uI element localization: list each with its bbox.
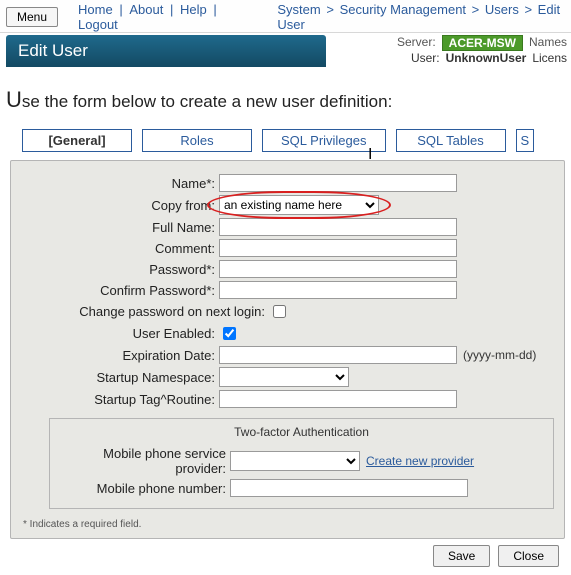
- namespace-select[interactable]: [219, 367, 349, 387]
- create-provider-link[interactable]: Create new provider: [360, 454, 474, 468]
- full-name-field[interactable]: [219, 218, 457, 236]
- two-factor-panel: Two-factor Authentication Mobile phone s…: [49, 418, 554, 509]
- tab-sql-privileges[interactable]: SQL Privileges: [262, 129, 386, 152]
- nav-home[interactable]: Home: [76, 2, 115, 17]
- nav-logout[interactable]: Logout: [76, 17, 120, 32]
- password-field[interactable]: [219, 260, 457, 278]
- user-enabled-label: User Enabled:: [19, 326, 219, 341]
- phone-label: Mobile phone number:: [56, 481, 230, 496]
- user-enabled-checkbox[interactable]: [223, 327, 236, 340]
- tagroutine-field[interactable]: [219, 390, 457, 408]
- nav-help[interactable]: Help: [178, 2, 209, 17]
- namespace-label: Startup Namespace:: [19, 370, 219, 385]
- intro-text: Use the form below to create a new user …: [0, 69, 571, 121]
- name-field[interactable]: [219, 174, 457, 192]
- provider-label: Mobile phone service provider:: [56, 446, 230, 476]
- server-label: Server:: [397, 35, 436, 51]
- comment-label: Comment:: [19, 241, 219, 256]
- tab-truncated[interactable]: S: [516, 129, 535, 152]
- user-label: User:: [411, 51, 440, 65]
- tab-roles[interactable]: Roles: [142, 129, 252, 152]
- expiration-field[interactable]: [219, 346, 457, 364]
- required-footnote: * Indicates a required field.: [19, 511, 556, 530]
- license-label: Licens: [532, 51, 567, 65]
- change-pwd-label: Change password on next login:: [19, 304, 269, 319]
- expiration-hint: (yyyy-mm-dd): [457, 348, 536, 362]
- provider-select[interactable]: [230, 451, 360, 471]
- menu-button[interactable]: Menu: [6, 7, 58, 27]
- save-button[interactable]: Save: [433, 545, 490, 567]
- nav-about[interactable]: About: [127, 2, 165, 17]
- breadcrumb: System > Security Management > Users > E…: [257, 2, 565, 32]
- confirm-password-field[interactable]: [219, 281, 457, 299]
- tab-bar: [General] Roles SQL Privileges SQL Table…: [0, 121, 571, 152]
- confirm-password-label: Confirm Password*:: [19, 283, 219, 298]
- copy-from-label: Copy from:: [19, 198, 219, 213]
- close-button[interactable]: Close: [498, 545, 559, 567]
- user-name: UnknownUser: [446, 51, 527, 65]
- phone-field[interactable]: [230, 479, 468, 497]
- tagroutine-label: Startup Tag^Routine:: [19, 392, 219, 407]
- form-panel: Name*: Copy from: an existing name here …: [10, 160, 565, 539]
- two-factor-title: Two-factor Authentication: [56, 423, 547, 443]
- tab-sql-tables[interactable]: SQL Tables: [396, 129, 506, 152]
- password-label: Password*:: [19, 262, 219, 277]
- tab-general[interactable]: [General]: [22, 129, 132, 152]
- name-label: Name*:: [19, 176, 219, 191]
- crumb-users[interactable]: Users: [485, 2, 519, 17]
- copy-from-select[interactable]: an existing name here: [219, 195, 379, 215]
- server-name: ACER-MSW: [442, 35, 523, 51]
- names-label: Names: [529, 35, 567, 51]
- crumb-security[interactable]: Security Management: [340, 2, 466, 17]
- change-pwd-checkbox[interactable]: [273, 305, 286, 318]
- top-nav: Home | About | Help | Logout: [66, 2, 249, 32]
- expiration-label: Expiration Date:: [19, 348, 219, 363]
- comment-field[interactable]: [219, 239, 457, 257]
- full-name-label: Full Name:: [19, 220, 219, 235]
- page-title: Edit User: [6, 35, 326, 67]
- crumb-system[interactable]: System: [277, 2, 320, 17]
